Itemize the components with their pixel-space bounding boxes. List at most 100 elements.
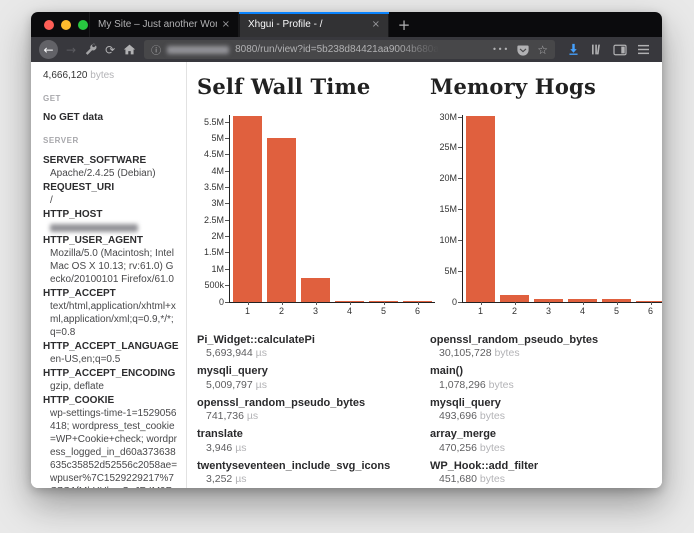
- new-tab-button[interactable]: +: [389, 12, 419, 37]
- chart-bar[interactable]: [267, 138, 296, 302]
- zoom-window-button[interactable]: [78, 20, 88, 30]
- chart-bar[interactable]: [466, 116, 495, 302]
- y-tick-label: 5M: [197, 133, 224, 144]
- plot-area: 05M10M15M20M25M30M123456: [462, 115, 662, 303]
- server-value: [43, 224, 178, 232]
- y-tick-label: 25M: [430, 142, 457, 153]
- function-value: 493,696 bytes: [430, 410, 661, 423]
- server-key: HTTP_USER_AGENT: [43, 234, 178, 247]
- function-item: mysqli_query493,696 bytes: [430, 396, 661, 423]
- function-unit: bytes: [489, 379, 514, 391]
- navigation-toolbar: ← → ⟳ ⓘ 8080/run/view?id=5b238d84421aa90…: [31, 37, 662, 62]
- function-link[interactable]: WP_Hook::add_filter: [430, 459, 661, 473]
- server-value: text/html,application/xhtml+xml,applicat…: [43, 300, 178, 339]
- sidebar-toggle-icon[interactable]: [613, 44, 627, 56]
- chart: 05M10M15M20M25M30M123456: [462, 115, 661, 303]
- function-value: 451,680 bytes: [430, 473, 661, 486]
- function-item: main()1,078,296 bytes: [430, 364, 661, 391]
- y-tick-label: 3.5M: [197, 182, 224, 193]
- pocket-icon[interactable]: [517, 44, 529, 56]
- library-icon[interactable]: [590, 43, 603, 56]
- function-unit: bytes: [494, 347, 519, 359]
- home-icon[interactable]: [123, 43, 136, 56]
- x-tick-label: 5: [367, 306, 401, 316]
- y-tick-label: 15M: [430, 204, 457, 215]
- back-button[interactable]: ←: [39, 40, 58, 59]
- get-section-heading: GET: [43, 94, 178, 104]
- x-tick-label: 4: [566, 306, 600, 316]
- function-link[interactable]: openssl_random_pseudo_bytes: [430, 333, 661, 347]
- get-empty-text: No GET data: [43, 111, 178, 124]
- y-tick-label: 0: [197, 297, 224, 308]
- url-bar[interactable]: ⓘ 8080/run/view?id=5b238d84421aa9004b680…: [144, 40, 555, 59]
- y-tick-label: 30M: [430, 112, 457, 123]
- chart-bar[interactable]: [636, 301, 662, 302]
- memory-total: 4,666,120 bytes: [43, 69, 178, 82]
- site-info-icon[interactable]: ⓘ: [151, 42, 161, 57]
- x-tick-label: 1: [464, 306, 498, 316]
- chart-title: Self Wall Time: [197, 74, 428, 99]
- forward-button[interactable]: →: [66, 43, 76, 57]
- x-tick-label: 2: [498, 306, 532, 316]
- server-value: en-US,en;q=0.5: [43, 353, 178, 366]
- function-item: Pi_Widget::calculatePi5,693,944 µs: [197, 333, 428, 360]
- y-tick-label: 4M: [197, 166, 224, 177]
- function-value: 1,078,296 bytes: [430, 379, 661, 392]
- x-tick-label: 4: [333, 306, 367, 316]
- function-link[interactable]: openssl_random_pseudo_bytes: [197, 396, 428, 410]
- menu-hamburger-icon[interactable]: [637, 44, 650, 55]
- server-value: /: [43, 194, 178, 207]
- server-key: HTTP_HOST: [43, 208, 178, 221]
- chart-bar[interactable]: [500, 295, 529, 302]
- wrench-icon[interactable]: [84, 43, 97, 56]
- reload-icon[interactable]: ⟳: [105, 43, 115, 57]
- server-value: Apache/2.4.25 (Debian): [43, 167, 178, 180]
- server-value: gzip, deflate: [43, 380, 178, 393]
- x-tick-label: 5: [600, 306, 634, 316]
- tab-close-icon[interactable]: ×: [222, 19, 230, 30]
- function-value: 30,105,728 bytes: [430, 347, 661, 360]
- url-host-redacted: [167, 46, 229, 54]
- y-tick-label: 10M: [430, 235, 457, 246]
- function-link[interactable]: translate: [197, 427, 428, 441]
- function-unit: bytes: [480, 473, 505, 485]
- y-tick-label: 3M: [197, 198, 224, 209]
- minimize-window-button[interactable]: [61, 20, 71, 30]
- watched-functions-main: Self Wall Time 0500k1M1.5M2M2.5M3M3.5M4M…: [187, 62, 662, 488]
- server-value: wp-settings-time-1=1529056418; wordpress…: [43, 407, 178, 488]
- chart-bar[interactable]: [233, 116, 262, 302]
- function-link[interactable]: array_merge: [430, 427, 661, 441]
- function-link[interactable]: main(): [430, 364, 661, 378]
- server-key: HTTP_ACCEPT_LANGUAGE: [43, 340, 178, 353]
- window-controls: [31, 12, 89, 37]
- function-value: 5,693,944 µs: [197, 347, 428, 360]
- plot-area: 0500k1M1.5M2M2.5M3M3.5M4M4.5M5M5.5M12345…: [229, 115, 435, 303]
- function-list: Pi_Widget::calculatePi5,693,944 µsmysqli…: [197, 333, 428, 488]
- memory-hogs-column: Memory Hogs 05M10M15M20M25M30M123456 ope…: [428, 72, 661, 488]
- tab-wordpress-site[interactable]: My Site – Just another WordPress s ×: [89, 12, 239, 37]
- memory-total-unit: bytes: [90, 70, 114, 81]
- function-value: 3,252 µs: [197, 473, 428, 486]
- function-link[interactable]: twentyseventeen_include_svg_icons: [197, 459, 428, 473]
- function-list: openssl_random_pseudo_bytes30,105,728 by…: [430, 333, 661, 488]
- x-tick-label: 6: [401, 306, 435, 316]
- y-tick-label: 4.5M: [197, 149, 224, 160]
- tab-xhgui-profile[interactable]: Xhgui - Profile - / ×: [239, 12, 389, 37]
- chart: 0500k1M1.5M2M2.5M3M3.5M4M4.5M5M5.5M12345…: [229, 115, 428, 303]
- bookmark-star-icon[interactable]: ☆: [537, 43, 548, 57]
- download-icon[interactable]: [567, 43, 580, 56]
- page-actions-icon[interactable]: •••: [492, 45, 509, 54]
- function-link[interactable]: mysqli_query: [430, 396, 661, 410]
- x-tick-label: 3: [299, 306, 333, 316]
- tab-close-icon[interactable]: ×: [372, 19, 380, 30]
- y-tick-label: 1.5M: [197, 247, 224, 258]
- function-unit: µs: [256, 347, 267, 359]
- function-item: mysqli_query5,009,797 µs: [197, 364, 428, 391]
- close-window-button[interactable]: [44, 20, 54, 30]
- chart-bar[interactable]: [301, 278, 330, 302]
- server-key: HTTP_COOKIE: [43, 394, 178, 407]
- self-wall-time-column: Self Wall Time 0500k1M1.5M2M2.5M3M3.5M4M…: [195, 72, 428, 488]
- function-link[interactable]: mysqli_query: [197, 364, 428, 378]
- function-link[interactable]: Pi_Widget::calculatePi: [197, 333, 428, 347]
- x-tick-label: 1: [231, 306, 265, 316]
